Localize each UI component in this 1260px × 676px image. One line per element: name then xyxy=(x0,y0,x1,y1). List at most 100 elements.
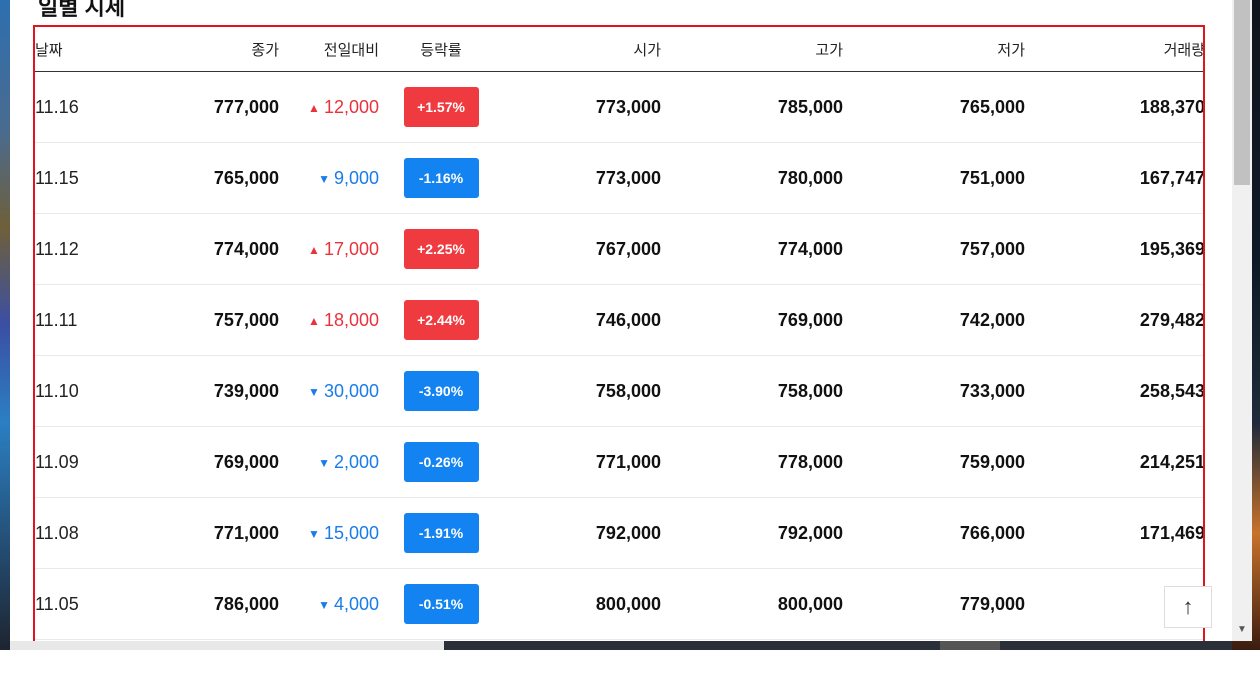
cell-low: 751,000 xyxy=(843,142,1025,214)
table-row: 11.05 786,000 ▼ 4,000 -0.51% 800,000 800,000 77… xyxy=(35,568,1205,640)
rate-badge: -0.26% xyxy=(403,442,479,482)
cell-change: ▲ 12,000 xyxy=(279,71,379,143)
cell-date: 11.11 xyxy=(35,284,135,356)
cell-rate: -0.26% xyxy=(379,426,503,498)
cell-low: 779,000 xyxy=(843,568,1025,640)
cell-low: 759,000 xyxy=(843,426,1025,498)
cell-rate: +2.44% xyxy=(379,284,503,356)
cell-rate: -1.16% xyxy=(379,142,503,214)
horizontal-scrollbar[interactable] xyxy=(10,641,1232,650)
col-header-change: 전일대비 xyxy=(279,27,379,72)
vertical-scrollbar-thumb[interactable] xyxy=(1234,0,1250,185)
triangle-up-icon: ▲ xyxy=(308,100,320,115)
col-header-high: 고가 xyxy=(661,27,843,72)
cell-rate: +1.57% xyxy=(379,71,503,143)
cell-change: ▲ 18,000 xyxy=(279,284,379,356)
change-value: 18,000 xyxy=(323,309,379,330)
cell-rate: +2.25% xyxy=(379,213,503,285)
cell-high: 800,000 xyxy=(661,568,843,640)
cell-rate: -0.51% xyxy=(379,568,503,640)
table-row: 11.12 774,000 ▲ 17,000 +2.25% 767,000 774,000 7… xyxy=(35,213,1205,285)
change-value: 15,000 xyxy=(323,522,379,543)
table-row: 11.11 757,000 ▲ 18,000 +2.44% 746,000 769,000 7… xyxy=(35,284,1205,356)
rate-badge: +1.57% xyxy=(403,87,479,127)
cell-low: 765,000 xyxy=(843,71,1025,143)
col-header-date: 날짜 xyxy=(35,27,135,72)
rate-badge: -0.51% xyxy=(403,584,479,624)
triangle-down-icon: ▼ xyxy=(318,455,330,470)
cell-close: 774,000 xyxy=(135,213,279,285)
col-header-low: 저가 xyxy=(843,27,1025,72)
change-value: 9,000 xyxy=(333,167,379,188)
cell-volume: 258,543 xyxy=(1025,355,1205,427)
cell-high: 785,000 xyxy=(661,71,843,143)
cell-date: 11.09 xyxy=(35,426,135,498)
desktop-wallpaper-left xyxy=(0,0,10,650)
rate-badge: +2.25% xyxy=(403,229,479,269)
triangle-up-icon: ▲ xyxy=(308,242,320,257)
cell-close: 765,000 xyxy=(135,142,279,214)
cell-rate: -3.90% xyxy=(379,355,503,427)
change-value: 30,000 xyxy=(323,380,379,401)
rate-badge: -1.16% xyxy=(403,158,479,198)
col-header-rate: 등락률 xyxy=(379,27,503,72)
cell-high: 769,000 xyxy=(661,284,843,356)
cell-high: 758,000 xyxy=(661,355,843,427)
cell-close: 777,000 xyxy=(135,71,279,143)
cell-high: 780,000 xyxy=(661,142,843,214)
change-value: 17,000 xyxy=(323,238,379,259)
cell-open: 758,000 xyxy=(503,355,661,427)
cell-date: 11.16 xyxy=(35,71,135,143)
cell-volume: 195,369 xyxy=(1025,213,1205,285)
triangle-down-icon: ▼ xyxy=(308,384,320,399)
cell-change: ▼ 2,000 xyxy=(279,426,379,498)
cell-date: 11.05 xyxy=(35,568,135,640)
change-value: 4,000 xyxy=(333,593,379,614)
cell-date: 11.15 xyxy=(35,142,135,214)
cell-close: 769,000 xyxy=(135,426,279,498)
col-header-open: 시가 xyxy=(503,27,661,72)
cell-volume: 279,482 xyxy=(1025,284,1205,356)
cell-volume: 167,747 xyxy=(1025,142,1205,214)
cell-change: ▼ 9,000 xyxy=(279,142,379,214)
cell-date: 11.12 xyxy=(35,213,135,285)
scroll-to-top-button[interactable]: ↑ xyxy=(1164,586,1212,628)
table-row: 11.09 769,000 ▼ 2,000 -0.26% 771,000 778,000 75… xyxy=(35,426,1205,498)
cell-volume: 171,469 xyxy=(1025,497,1205,569)
cell-low: 742,000 xyxy=(843,284,1025,356)
table-header-row: 날짜 종가 전일대비 등락률 시가 고가 저가 거래량 xyxy=(35,27,1205,72)
cell-open: 767,000 xyxy=(503,213,661,285)
horizontal-scrollbar-track xyxy=(10,641,444,650)
vertical-scrollbar[interactable]: ▼ xyxy=(1232,0,1252,641)
triangle-down-icon: ▼ xyxy=(318,597,330,612)
table-row: 11.10 739,000 ▼ 30,000 -3.90% 758,000 758,000 7… xyxy=(35,355,1205,427)
cell-open: 800,000 xyxy=(503,568,661,640)
col-header-close: 종가 xyxy=(135,27,279,72)
cell-date: 11.10 xyxy=(35,355,135,427)
cell-open: 771,000 xyxy=(503,426,661,498)
cell-date: 11.08 xyxy=(35,497,135,569)
cell-high: 774,000 xyxy=(661,213,843,285)
daily-price-table: 날짜 종가 전일대비 등락률 시가 고가 저가 거래량 11.16 777,000… xyxy=(35,27,1205,640)
horizontal-scrollbar-thumb[interactable] xyxy=(940,641,1000,650)
table-row: 11.15 765,000 ▼ 9,000 -1.16% 773,000 780,000 75… xyxy=(35,142,1205,214)
cell-open: 773,000 xyxy=(503,142,661,214)
arrow-to-top-icon: ↑ xyxy=(1182,594,1194,619)
cell-low: 733,000 xyxy=(843,355,1025,427)
triangle-up-icon: ▲ xyxy=(308,313,320,328)
cell-change: ▼ 4,000 xyxy=(279,568,379,640)
cell-open: 792,000 xyxy=(503,497,661,569)
cell-close: 786,000 xyxy=(135,568,279,640)
cell-close: 757,000 xyxy=(135,284,279,356)
cell-close: 771,000 xyxy=(135,497,279,569)
cell-volume: 188,370 xyxy=(1025,71,1205,143)
triangle-down-icon: ▼ xyxy=(318,171,330,186)
cell-close: 739,000 xyxy=(135,355,279,427)
rate-badge: -3.90% xyxy=(403,371,479,411)
scroll-down-arrow-icon[interactable]: ▼ xyxy=(1234,622,1250,638)
cell-low: 757,000 xyxy=(843,213,1025,285)
table-row: 11.16 777,000 ▲ 12,000 +1.57% 773,000 785,000 7… xyxy=(35,71,1205,143)
cell-high: 792,000 xyxy=(661,497,843,569)
cell-change: ▲ 17,000 xyxy=(279,213,379,285)
cell-open: 746,000 xyxy=(503,284,661,356)
